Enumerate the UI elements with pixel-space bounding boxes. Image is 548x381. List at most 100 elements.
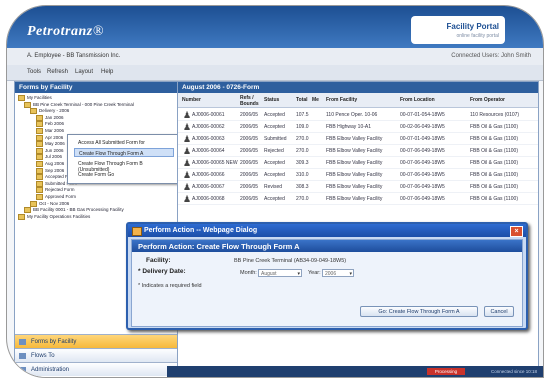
table-cell: FBB Elbow Valley Facility	[326, 196, 383, 202]
portal-title: Facility Portal	[446, 22, 499, 31]
admin-icon	[19, 367, 26, 373]
col-from-facility[interactable]: From Facility	[326, 97, 357, 103]
table-row[interactable]: ♟ AJ0006-00063 2006/05 Submitted 270.0 FBB El…	[178, 133, 538, 145]
tree-node[interactable]: Feb 2006	[36, 121, 64, 128]
table-cell: Accepted	[264, 172, 285, 178]
col-from-location[interactable]: From Location	[400, 97, 435, 103]
user-icon: ♟	[183, 110, 192, 120]
table-cell: 2006/05	[240, 124, 259, 130]
folder-icon	[30, 200, 37, 207]
user-info: A. Employee - BB Tansmission Inc.	[27, 53, 121, 59]
col-from-operator[interactable]: From Operator	[470, 97, 505, 103]
table-cell: FBB Oil & Gas (1100)	[470, 196, 518, 202]
year-select[interactable]: 2006 ▾	[322, 269, 354, 277]
tree-node[interactable]: Jan 2006	[36, 114, 64, 121]
table-cell: 00-07-06-049-18W5	[400, 172, 445, 178]
tree-node-label: Rejected Form	[45, 187, 75, 193]
tree-node-label: Aug 2006	[45, 161, 65, 167]
tree-node[interactable]: Sep 2006	[36, 167, 64, 174]
folder-icon	[30, 108, 37, 115]
tree-node[interactable]: Aug 2006	[36, 161, 65, 167]
tree-node-label: BB Facility 0001 - BB Gas Processing Fac…	[33, 207, 124, 213]
col-number[interactable]: Number	[182, 97, 201, 103]
folder-icon	[36, 167, 43, 174]
table-row[interactable]: ♟ AJ0006-00064 2006/05 Rejected 270.0 FBB Elb…	[178, 145, 538, 157]
table-row[interactable]: ♟ AJ0006-00062 2006/05 Accepted 109.0 FBB Hig…	[178, 121, 538, 133]
table-cell: 309.3	[296, 160, 309, 166]
menu-help[interactable]: Help	[101, 69, 113, 75]
col-me[interactable]: Me	[312, 97, 319, 103]
tree-node[interactable]: BB Facility 0001 - BB Gas Processing Fac…	[24, 207, 124, 214]
close-icon[interactable]: ×	[510, 226, 523, 237]
menu-item-create-form-go[interactable]: Create Form Go	[74, 170, 174, 179]
tree-node[interactable]: Jun 2006	[36, 147, 64, 154]
month-label: Month:	[240, 270, 257, 276]
table-row[interactable]: ♟ AJ0006-00068 2006/05 Accepted 270.0 FBB Elb…	[178, 193, 538, 205]
flows-icon	[19, 353, 26, 359]
folder-icon	[18, 95, 25, 101]
tree-node[interactable]: My Facilities	[18, 95, 52, 101]
table-row[interactable]: ♟ AJ0006-00061 2006/05 Accepted 107.5 110 Pen…	[178, 109, 538, 121]
tree-node[interactable]: Delivery - 2006	[30, 108, 69, 115]
table-cell: AJ0006-00062	[192, 124, 225, 130]
tree-node[interactable]: My Facility Operations Facilities	[18, 213, 90, 220]
chevron-down-icon: ▾	[349, 271, 352, 277]
user-info-bar: A. Employee - BB Tansmission Inc. Connec…	[7, 48, 543, 66]
tree-node[interactable]: BB Pine Creek Terminal - 000 Pine Creek …	[24, 101, 134, 108]
table-cell: Accepted	[264, 196, 285, 202]
tree-node-label: Oct - Nov 2006	[39, 200, 70, 206]
delivery-date-label: * Delivery Date:	[138, 268, 186, 275]
col-refs[interactable]: Refs / Bounds	[240, 95, 260, 107]
connected-info: Connected Users: John Smith	[451, 53, 531, 59]
tree-node-label: Mar 2006	[45, 128, 65, 134]
table-cell: AJ0006-00068	[192, 196, 225, 202]
tree-node[interactable]: May 2006	[36, 141, 65, 148]
table-cell: AJ0006-00063	[192, 136, 225, 142]
menu-tools[interactable]: Tools	[27, 69, 41, 75]
accordion-flows-to[interactable]: Flows To	[15, 348, 177, 362]
tree-node[interactable]: Approved Form	[36, 194, 76, 200]
folder-icon	[36, 174, 43, 181]
folder-icon	[36, 161, 43, 167]
table-row[interactable]: ♟ AJ0006-00065 NEW 2006/05 Accepted 309.3 FBB…	[178, 157, 538, 169]
user-icon: ♟	[183, 146, 192, 156]
tree-node[interactable]: Mar 2006	[36, 128, 65, 134]
cancel-button[interactable]: Cancel	[484, 306, 514, 317]
tree-node[interactable]: Jul 2006	[36, 154, 62, 161]
tree-node[interactable]: Rejected Form	[36, 187, 75, 194]
tree-node[interactable]: Apr 2006	[36, 134, 63, 141]
accordion-forms-by-facility[interactable]: Forms by Facility	[15, 334, 177, 348]
table-cell: FBB Oil & Gas (1100)	[470, 136, 518, 142]
perform-action-dialog: Perform Action -- Webpage Dialog × Perfo…	[126, 222, 528, 330]
accordion-administration[interactable]: Administration	[15, 362, 177, 376]
menu-item-access-submitted[interactable]: Access All Submitted Form for	[74, 138, 174, 147]
table-cell: FBB Elbow Valley Facility	[326, 172, 383, 178]
table-cell: 308.3	[296, 184, 309, 190]
user-icon: ♟	[183, 158, 192, 168]
table-cell: 00-07-01-049-18W5	[400, 136, 445, 142]
table-cell: 310.0	[296, 172, 309, 178]
table-cell: 2006/05	[240, 172, 259, 178]
table-cell: 2006/05	[240, 148, 259, 154]
table-cell: Rejected	[264, 148, 284, 154]
table-row[interactable]: ♟ AJ0006-00066 2006/05 Accepted 310.0 FBB Elb…	[178, 169, 538, 181]
table-row[interactable]: ♟ AJ0006-00067 2006/05 Revised 308.3 FBB Elbo…	[178, 181, 538, 193]
menu-refresh[interactable]: Refresh	[47, 69, 68, 75]
table-cell: FBB Elbow Valley Facility	[326, 148, 383, 154]
tree-node[interactable]: Oct - Nov 2006	[30, 200, 70, 207]
month-select[interactable]: August ▾	[258, 269, 302, 277]
menu-item-create-flow-through-b[interactable]: Create Flow Through Form B (Unsubmitted)	[74, 159, 174, 173]
facility-label: Facility:	[146, 257, 171, 264]
table-cell: 00-07-06-049-18W5	[400, 160, 445, 166]
col-total[interactable]: Total	[296, 97, 308, 103]
user-icon: ♟	[183, 194, 192, 204]
table-cell: FBB Oil & Gas (1100)	[470, 148, 518, 154]
create-flow-through-button[interactable]: Go: Create Flow Through Form A	[360, 306, 478, 317]
menu-layout[interactable]: Layout	[75, 69, 93, 75]
menu-item-create-flow-through-a[interactable]: Create Flow Through Form A	[74, 148, 174, 157]
table-cell: 107.5	[296, 112, 309, 118]
status-text: Connected since 10:18	[490, 369, 537, 374]
col-status[interactable]: Status	[264, 97, 279, 103]
folder-icon	[18, 213, 25, 220]
table-cell: FBB Oil & Gas (1100)	[470, 160, 518, 166]
